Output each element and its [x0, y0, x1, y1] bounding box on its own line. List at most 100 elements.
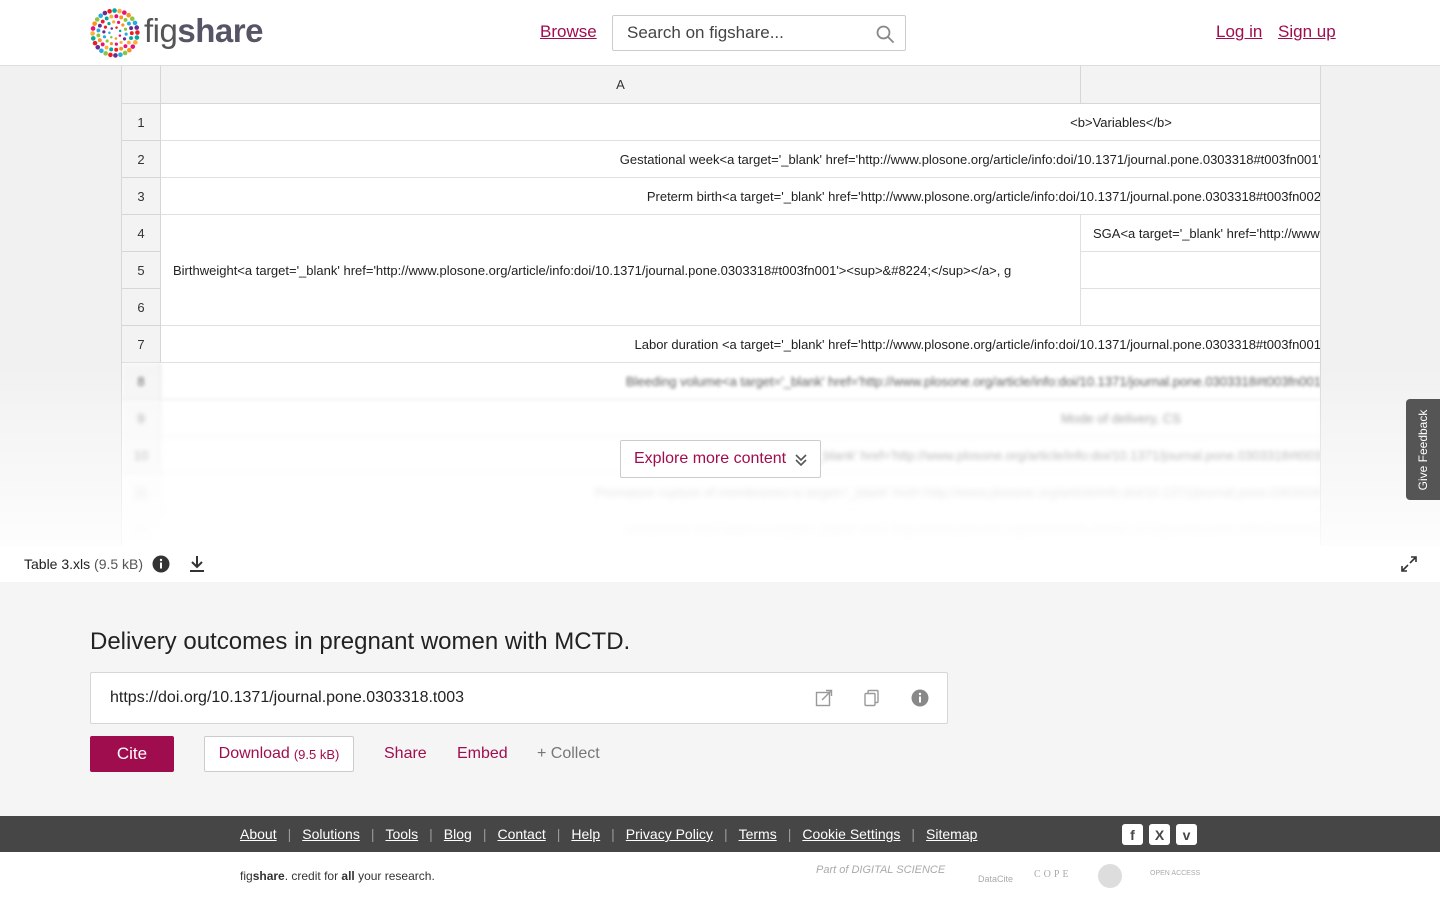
logo-dot — [123, 17, 128, 22]
cope-logo[interactable]: COPE — [1034, 869, 1072, 880]
separator: | — [911, 826, 916, 842]
logo-dot — [122, 50, 128, 56]
row-number: 2 — [122, 141, 161, 178]
logo-dot — [132, 20, 138, 26]
logo-dot — [134, 35, 140, 40]
fullscreen-icon[interactable] — [1401, 556, 1417, 572]
row-number: 12 — [122, 511, 161, 546]
info-icon[interactable] — [152, 555, 170, 573]
row-number: 5 — [122, 252, 161, 289]
logo-dot — [99, 48, 104, 54]
login-link[interactable]: Log in — [1216, 22, 1262, 42]
search-box — [612, 15, 906, 51]
facebook-icon[interactable]: f — [1122, 824, 1143, 845]
logo-dot — [90, 36, 96, 41]
footer-links: About | Solutions | Tools | Blog | Contact | … — [240, 826, 977, 842]
row-number: 8 — [122, 363, 161, 400]
copy-icon[interactable] — [863, 689, 881, 707]
logo-dot — [117, 8, 122, 14]
figshare-logo[interactable]: figshare — [90, 8, 263, 58]
logo-dot — [108, 31, 111, 34]
search-input[interactable] — [613, 16, 863, 50]
browse-link[interactable]: Browse — [540, 22, 597, 42]
signup-link[interactable]: Sign up — [1278, 22, 1336, 42]
feedback-label: Give Feedback — [1416, 409, 1430, 490]
table-cell: <b>Variables</b> — [161, 104, 1320, 141]
explore-more-button[interactable]: Explore more content — [620, 440, 821, 478]
logo-dot — [102, 30, 106, 34]
logo-dot — [95, 45, 101, 50]
info-icon[interactable] — [911, 689, 929, 707]
share-link[interactable]: Share — [384, 745, 427, 763]
logo-dot — [113, 53, 118, 58]
footer-link-sitemap[interactable]: Sitemap — [926, 826, 977, 842]
logo-dot — [112, 8, 117, 13]
separator: | — [429, 826, 433, 842]
footer-link-solutions[interactable]: Solutions — [302, 826, 360, 842]
open-access-logo[interactable]: OPEN ACCESS — [1150, 870, 1200, 877]
table-cell: Intrauterine fetal death<a target='_blan… — [161, 511, 1320, 546]
x-twitter-icon[interactable]: X — [1149, 824, 1170, 845]
logo-dot — [118, 34, 122, 37]
column-header-b — [1081, 66, 1320, 104]
logo-dot — [129, 31, 134, 36]
file-preview: A 1 2 3 4 5 6 7 8 9 10 11 12 <b>Variable… — [0, 66, 1440, 546]
logo-dot — [126, 12, 131, 18]
embed-link[interactable]: Embed — [457, 745, 508, 763]
footer-link-tools[interactable]: Tools — [385, 826, 418, 842]
collect-link[interactable]: + Collect — [537, 745, 600, 763]
separator: | — [482, 826, 487, 842]
table-cell: Premature rupture of membranes<a target=… — [161, 474, 1320, 511]
logo-dot — [119, 46, 124, 51]
logo-dot — [135, 30, 140, 35]
row-number: 11 — [122, 474, 161, 511]
footer-link-about[interactable]: About — [240, 826, 277, 842]
row-number: 7 — [122, 326, 161, 363]
download-icon[interactable] — [188, 555, 206, 573]
give-feedback-tab[interactable]: Give Feedback — [1406, 399, 1440, 500]
site-header: figshare Browse Log in Sign up — [0, 0, 1440, 66]
explore-more-label: Explore more content — [634, 450, 787, 467]
row-number: 10 — [122, 437, 161, 474]
logo-dot — [129, 16, 135, 21]
item-details: Delivery outcomes in pregnant women with… — [0, 582, 1440, 816]
row-number: 4 — [122, 215, 161, 252]
footer-link-contact[interactable]: Contact — [497, 826, 545, 842]
doi-link[interactable]: https://doi.org/10.1371/journal.pone.030… — [110, 689, 464, 707]
logo-dot — [114, 47, 119, 52]
footer-link-cookie-settings[interactable]: Cookie Settings — [802, 826, 900, 842]
logo-dot — [94, 17, 100, 22]
vimeo-icon[interactable]: v — [1176, 824, 1197, 845]
corner-header — [122, 66, 161, 104]
footer-link-terms[interactable]: Terms — [739, 826, 777, 842]
download-button[interactable]: Download (9.5 kB) — [204, 736, 354, 772]
separator: | — [611, 826, 615, 842]
logo-dot — [134, 25, 140, 30]
logo-dot — [110, 35, 113, 39]
logo-dot — [92, 40, 98, 46]
search-icon[interactable] — [875, 24, 895, 44]
datacite-logo[interactable]: DataCite — [978, 874, 1013, 884]
footer-link-help[interactable]: Help — [571, 826, 600, 842]
footer-link-blog[interactable]: Blog — [444, 826, 472, 842]
seal-icon — [1098, 864, 1122, 888]
external-link-icon[interactable] — [815, 689, 833, 707]
separator: | — [556, 826, 561, 842]
page-title: Delivery outcomes in pregnant women with… — [90, 628, 631, 655]
logo-dot — [108, 52, 113, 58]
logo-text: figshare — [144, 12, 263, 49]
logo-dot — [97, 23, 102, 28]
logo-dot — [98, 13, 103, 19]
table-cell: SGA<a target='_blank' href='http://www — [1081, 215, 1320, 252]
table-cell — [1081, 252, 1320, 289]
digital-science-logo[interactable]: Part of DIGITAL SCIENCE — [816, 864, 945, 876]
logo-dot — [118, 29, 122, 33]
logo-dot — [130, 44, 136, 49]
footer-nav: About | Solutions | Tools | Blog | Contact | … — [0, 816, 1440, 852]
row-number: 6 — [122, 289, 161, 326]
logo-dot — [100, 19, 105, 24]
cite-button[interactable]: Cite — [90, 736, 174, 772]
download-size: (9.5 kB) — [293, 746, 340, 762]
footer-link-privacy[interactable]: Privacy Policy — [626, 826, 713, 842]
table-cell: Gestational week<a target='_blank' href=… — [161, 141, 1320, 178]
